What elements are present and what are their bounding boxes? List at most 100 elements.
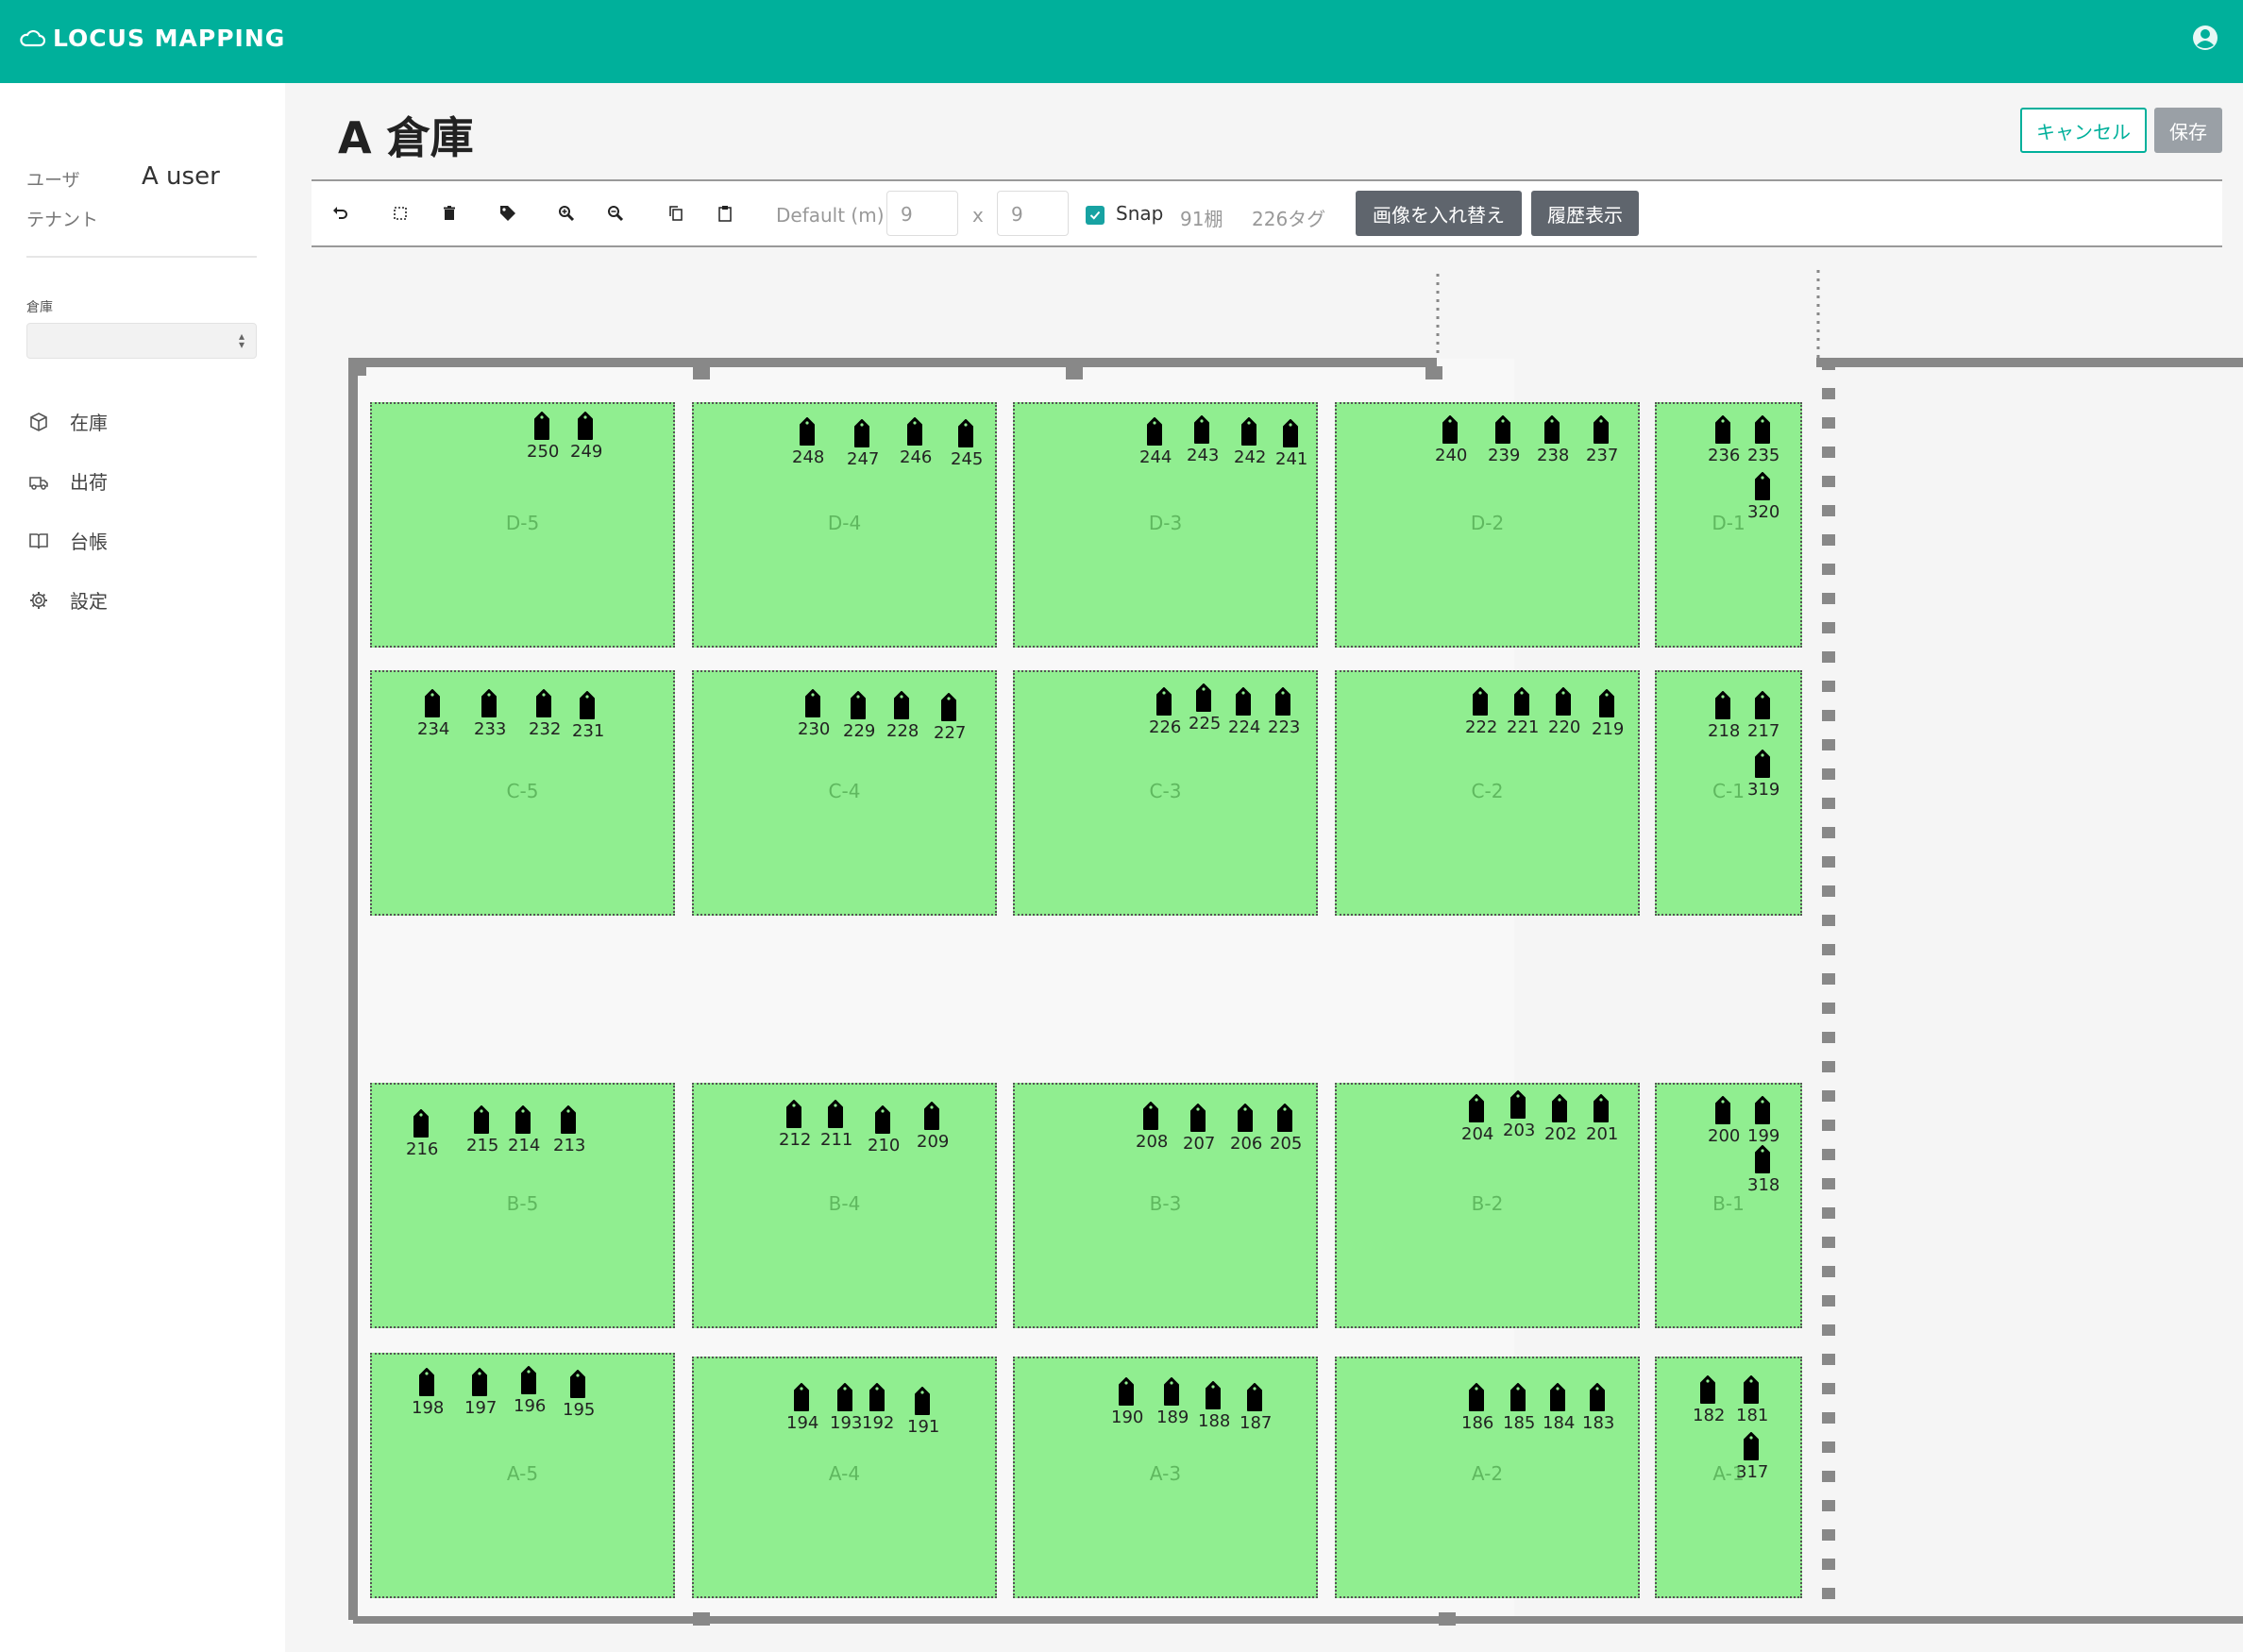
tag-marker-icon[interactable]: [851, 419, 873, 447]
tag-marker-icon[interactable]: [1546, 1383, 1569, 1411]
shelf-c-2[interactable]: C-2 222 221 220 219: [1335, 670, 1640, 916]
tag-marker-icon[interactable]: [911, 1387, 934, 1415]
zoom-out-button[interactable]: [597, 194, 634, 232]
tag-marker-icon[interactable]: [847, 691, 869, 719]
tag-marker-icon[interactable]: [824, 1100, 847, 1128]
shelf-b-1[interactable]: B-1 200 199 318: [1655, 1083, 1802, 1328]
tag-marker-icon[interactable]: [1510, 687, 1533, 716]
tag-marker-icon[interactable]: [1712, 691, 1734, 719]
sidebar-item-inventory[interactable]: 在庫: [28, 408, 108, 435]
brand-logo[interactable]: LOCUS MAPPING: [19, 25, 285, 52]
tag-marker-icon[interactable]: [903, 417, 926, 446]
tag-marker-icon[interactable]: [470, 1105, 493, 1134]
select-tool-button[interactable]: [381, 194, 419, 232]
shelf-b-3[interactable]: B-3 208 207 206 205: [1013, 1083, 1318, 1328]
tag-marker-icon[interactable]: [1590, 1094, 1612, 1122]
tag-marker-icon[interactable]: [1190, 415, 1213, 444]
tag-marker-icon[interactable]: [1192, 683, 1215, 712]
tag-marker-icon[interactable]: [566, 1370, 589, 1398]
tag-marker-icon[interactable]: [1507, 1090, 1529, 1119]
default-width-input[interactable]: 9: [886, 191, 958, 236]
tag-marker-icon[interactable]: [834, 1383, 856, 1411]
tag-marker-icon[interactable]: [531, 412, 553, 440]
shelf-c-3[interactable]: C-3 226 225 224 223: [1013, 670, 1318, 916]
add-tag-button[interactable]: [489, 194, 527, 232]
tag-marker-icon[interactable]: [1541, 415, 1563, 444]
tag-marker-icon[interactable]: [468, 1368, 491, 1396]
tag-marker-icon[interactable]: [1751, 415, 1774, 444]
tag-marker-icon[interactable]: [1187, 1104, 1209, 1132]
tag-marker-icon[interactable]: [871, 1105, 894, 1134]
tag-marker-icon[interactable]: [1751, 1145, 1774, 1173]
shelf-d-3[interactable]: D-3 244 243 242 241: [1013, 402, 1318, 648]
tag-marker-icon[interactable]: [1586, 1383, 1609, 1411]
sidebar-item-ledger[interactable]: 台帳: [28, 527, 108, 554]
undo-button[interactable]: [321, 194, 359, 232]
tag-marker-icon[interactable]: [1492, 415, 1514, 444]
shelf-a-3[interactable]: A-3 190 189 188 187: [1013, 1357, 1318, 1598]
copy-button[interactable]: [657, 194, 695, 232]
shelf-c-1[interactable]: C-1 218 217 319: [1655, 670, 1802, 916]
save-button[interactable]: 保存: [2154, 108, 2222, 153]
tag-marker-icon[interactable]: [801, 689, 824, 717]
shelf-a-4[interactable]: A-4 194 193 192 191: [692, 1357, 997, 1598]
user-menu-button[interactable]: [2190, 23, 2220, 53]
shelf-a-1[interactable]: A-1 182 181 317: [1655, 1357, 1802, 1598]
tag-marker-icon[interactable]: [410, 1109, 432, 1138]
tag-marker-icon[interactable]: [1590, 415, 1612, 444]
shelf-c-4[interactable]: C-4 230 229 228 227: [692, 670, 997, 916]
tag-marker-icon[interactable]: [1139, 1102, 1162, 1130]
tag-marker-icon[interactable]: [1751, 472, 1774, 500]
tag-marker-icon[interactable]: [478, 689, 500, 717]
replace-image-button[interactable]: 画像を入れ替え: [1356, 191, 1522, 236]
tag-marker-icon[interactable]: [1272, 687, 1294, 716]
tag-marker-icon[interactable]: [1740, 1375, 1762, 1404]
tag-marker-icon[interactable]: [920, 1102, 943, 1130]
tag-marker-icon[interactable]: [532, 689, 555, 717]
tag-marker-icon[interactable]: [517, 1366, 540, 1394]
tag-marker-icon[interactable]: [1243, 1383, 1266, 1411]
tag-marker-icon[interactable]: [1507, 1383, 1529, 1411]
tag-marker-icon[interactable]: [574, 412, 597, 440]
snap-checkbox[interactable]: [1086, 206, 1105, 225]
tag-marker-icon[interactable]: [1696, 1375, 1719, 1404]
tag-marker-icon[interactable]: [1465, 1383, 1488, 1411]
tag-marker-icon[interactable]: [790, 1383, 813, 1411]
sidebar-item-shipping[interactable]: 出荷: [28, 467, 108, 495]
shelf-b-2[interactable]: B-2 204 203 202 201: [1335, 1083, 1640, 1328]
tag-marker-icon[interactable]: [1273, 1104, 1296, 1132]
shelf-a-5[interactable]: A-5 198 197 196 195: [370, 1353, 675, 1598]
delete-button[interactable]: [430, 194, 468, 232]
tag-marker-icon[interactable]: [557, 1105, 580, 1134]
tag-marker-icon[interactable]: [890, 691, 913, 719]
tag-marker-icon[interactable]: [1160, 1377, 1183, 1406]
tag-marker-icon[interactable]: [1469, 687, 1492, 716]
tag-marker-icon[interactable]: [1234, 1104, 1256, 1132]
tag-marker-icon[interactable]: [1202, 1381, 1224, 1409]
shelf-b-5[interactable]: B-5 216 215 214 213: [370, 1083, 675, 1328]
tag-marker-icon[interactable]: [1153, 687, 1175, 716]
tag-marker-icon[interactable]: [1143, 417, 1166, 446]
tag-marker-icon[interactable]: [1548, 1094, 1571, 1122]
history-button[interactable]: 履歴表示: [1531, 191, 1639, 236]
tag-marker-icon[interactable]: [1465, 1094, 1488, 1122]
tag-marker-icon[interactable]: [421, 689, 444, 717]
tag-marker-icon[interactable]: [1439, 415, 1461, 444]
tag-marker-icon[interactable]: [512, 1105, 534, 1134]
tag-marker-icon[interactable]: [1712, 1096, 1734, 1124]
sidebar-item-settings[interactable]: 設定: [28, 586, 108, 614]
tag-marker-icon[interactable]: [1238, 417, 1260, 446]
tag-marker-icon[interactable]: [1279, 419, 1302, 447]
tag-marker-icon[interactable]: [1751, 691, 1774, 719]
tag-marker-icon[interactable]: [783, 1100, 805, 1128]
map-canvas[interactable]: D-5 250 249 D-4 248 247 246 245 D-3 244 243 242 241 D…: [312, 264, 2243, 1643]
tag-marker-icon[interactable]: [954, 419, 977, 447]
shelf-d-4[interactable]: D-4 248 247 246 245: [692, 402, 997, 648]
shelf-d-5[interactable]: D-5 250 249: [370, 402, 675, 648]
tag-marker-icon[interactable]: [1232, 687, 1255, 716]
warehouse-select[interactable]: ▴ ▾: [26, 323, 257, 359]
shelf-b-4[interactable]: B-4 212 211 210 209: [692, 1083, 997, 1328]
snap-label[interactable]: Snap: [1116, 202, 1163, 225]
tag-marker-icon[interactable]: [866, 1383, 888, 1411]
tag-marker-icon[interactable]: [1115, 1377, 1138, 1406]
